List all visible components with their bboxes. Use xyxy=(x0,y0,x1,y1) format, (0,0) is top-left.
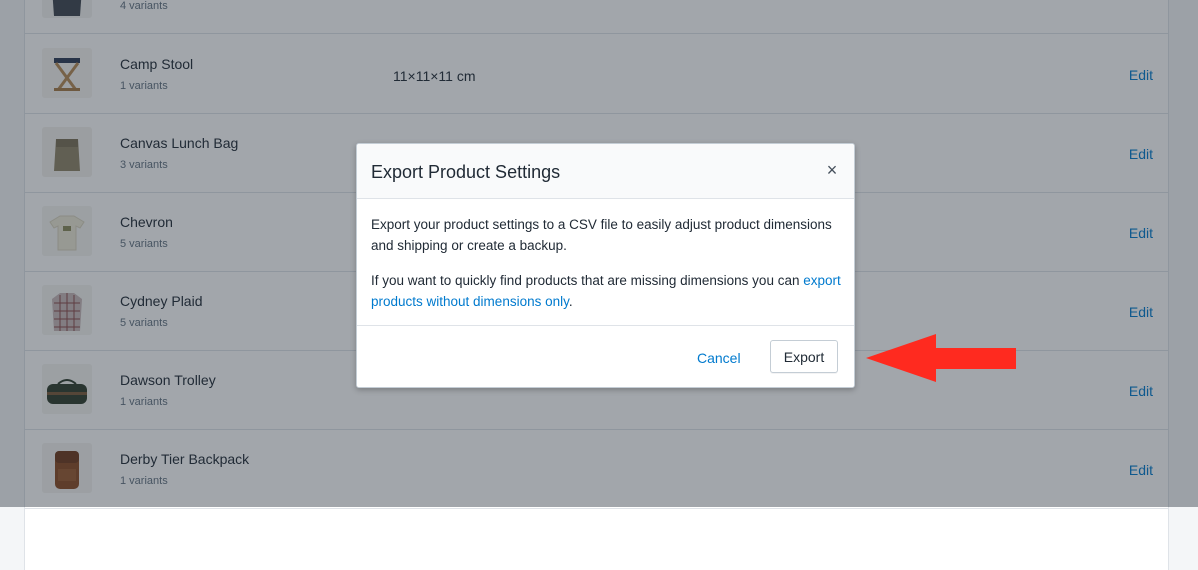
modal-header: Export Product Settings × xyxy=(357,144,854,199)
export-button[interactable]: Export xyxy=(770,340,838,373)
modal-title: Export Product Settings xyxy=(371,162,561,182)
modal-footer: Cancel Export xyxy=(357,325,854,387)
modal-hint: If you want to quickly find products tha… xyxy=(371,270,841,312)
close-icon[interactable]: × xyxy=(822,158,842,182)
modal-description: Export your product settings to a CSV fi… xyxy=(371,217,832,253)
hint-period: . xyxy=(568,294,573,309)
annotation-arrow-icon xyxy=(866,334,1016,382)
export-settings-modal: Export Product Settings × Export your pr… xyxy=(356,143,855,388)
modal-body: Export your product settings to a CSV fi… xyxy=(371,214,841,326)
cancel-button[interactable]: Cancel xyxy=(697,350,741,366)
hint-text: If you want to quickly find products tha… xyxy=(371,273,804,288)
